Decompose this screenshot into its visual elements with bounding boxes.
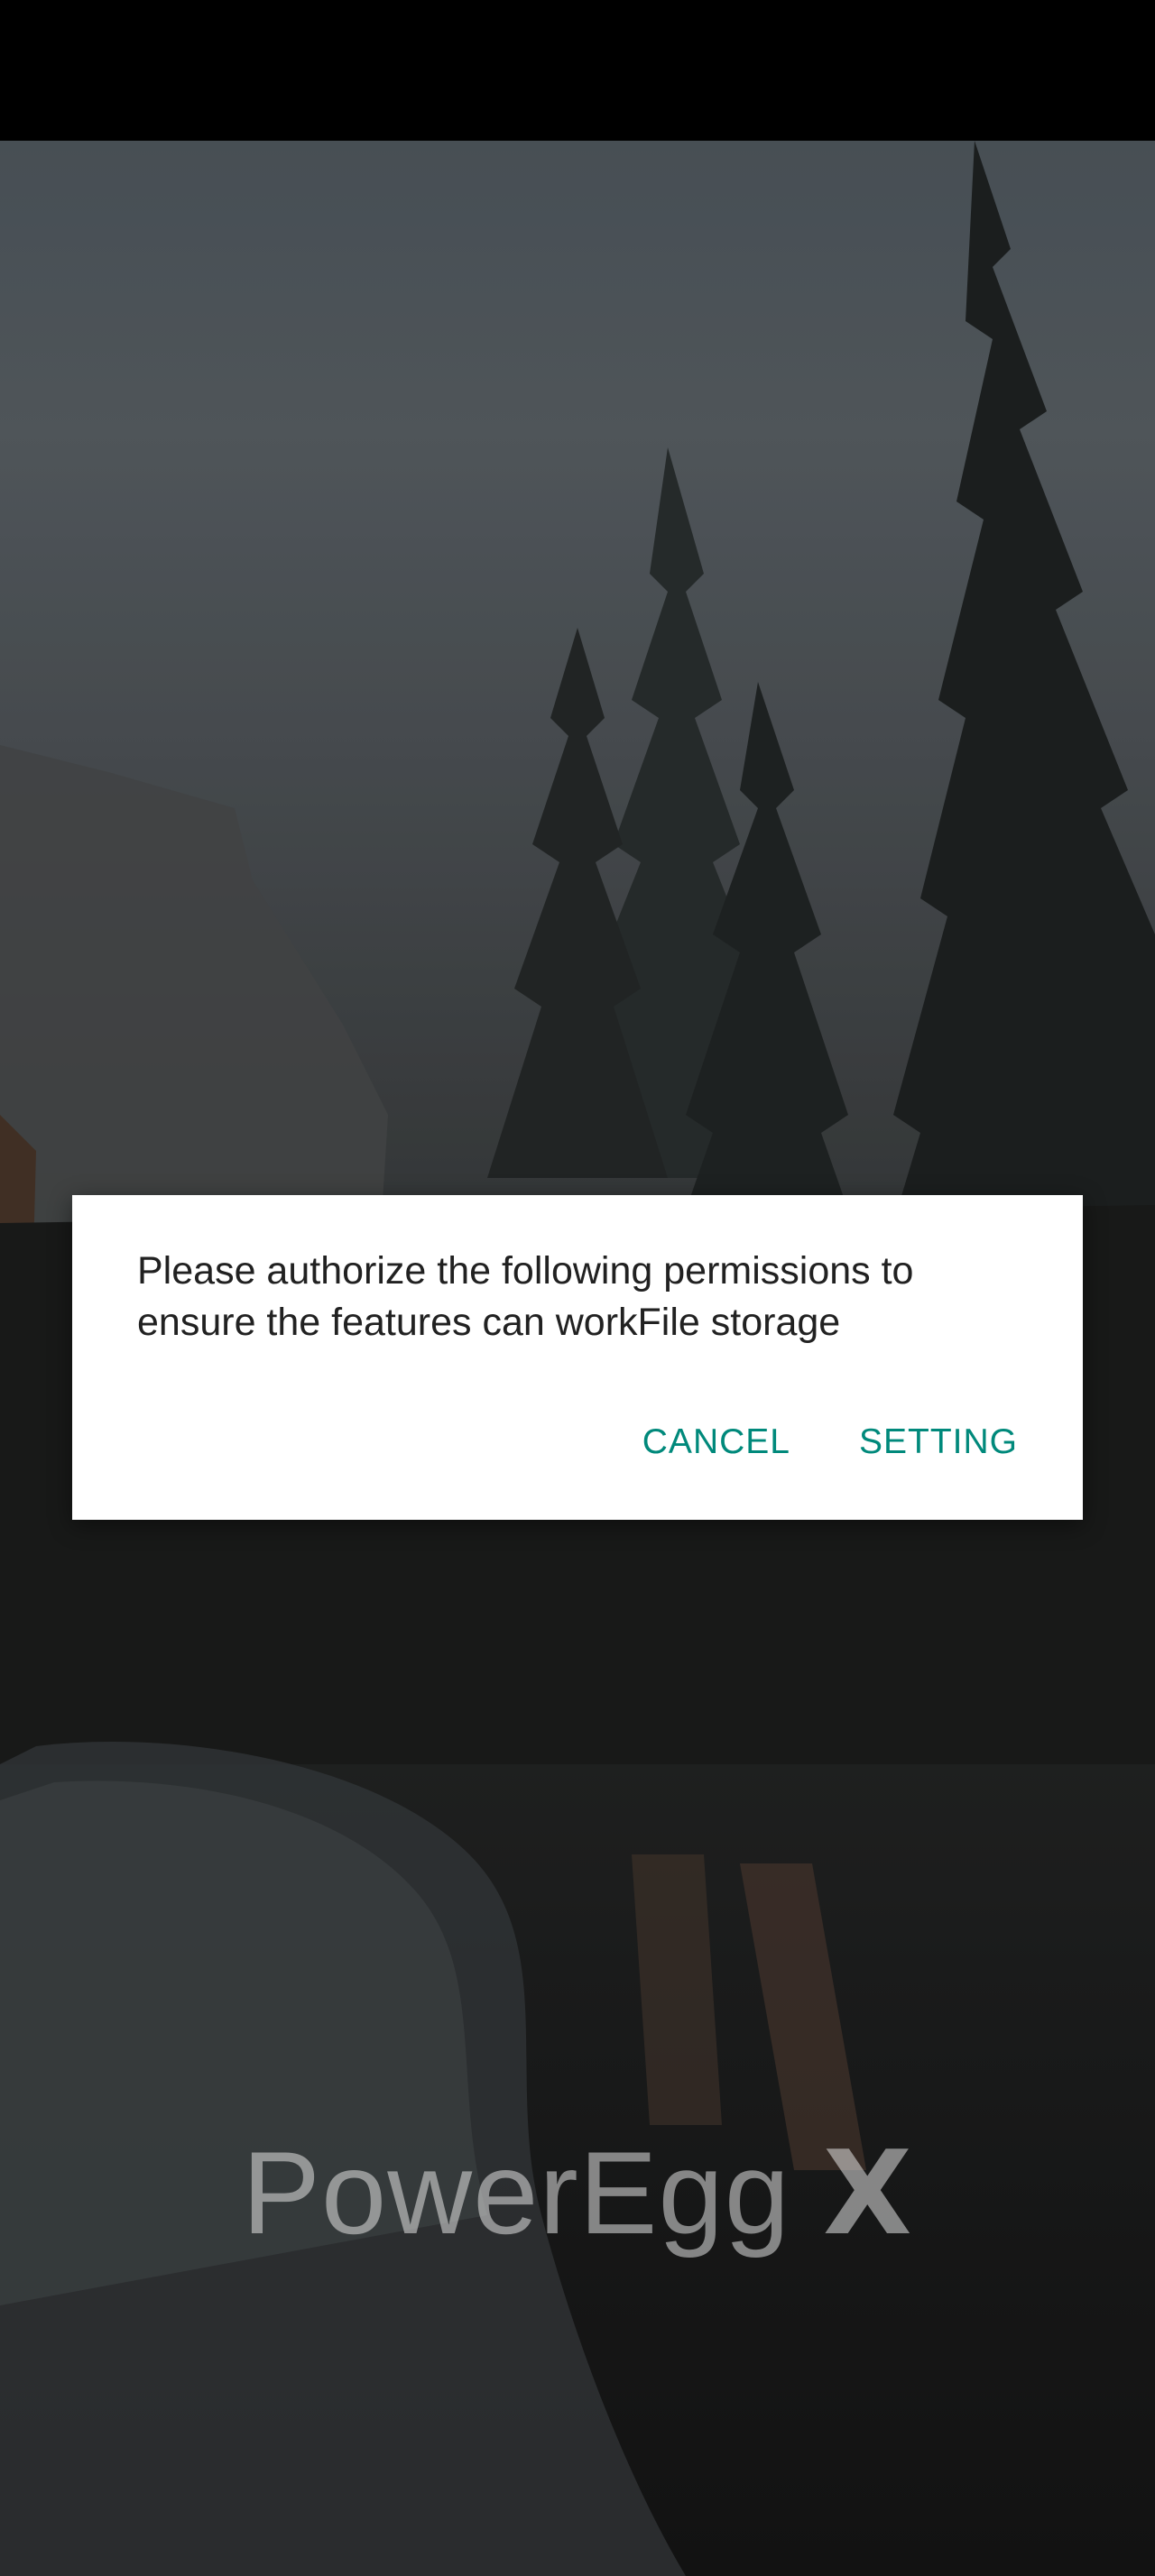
logo-mark: X (823, 2127, 913, 2261)
setting-button[interactable]: SETTING (841, 1408, 1036, 1477)
cancel-button[interactable]: CANCEL (624, 1408, 808, 1477)
permission-dialog: Please authorize the following permissio… (72, 1195, 1083, 1520)
status-bar (0, 0, 1155, 141)
app-logo: PowerEgg X (0, 2125, 1155, 2261)
dialog-actions: CANCEL SETTING (624, 1408, 1036, 1477)
screen: PowerEgg X Please authorize the following… (0, 0, 1155, 2576)
logo-text: PowerEgg (242, 2127, 791, 2259)
dialog-message: Please authorize the following permissio… (137, 1249, 914, 1344)
